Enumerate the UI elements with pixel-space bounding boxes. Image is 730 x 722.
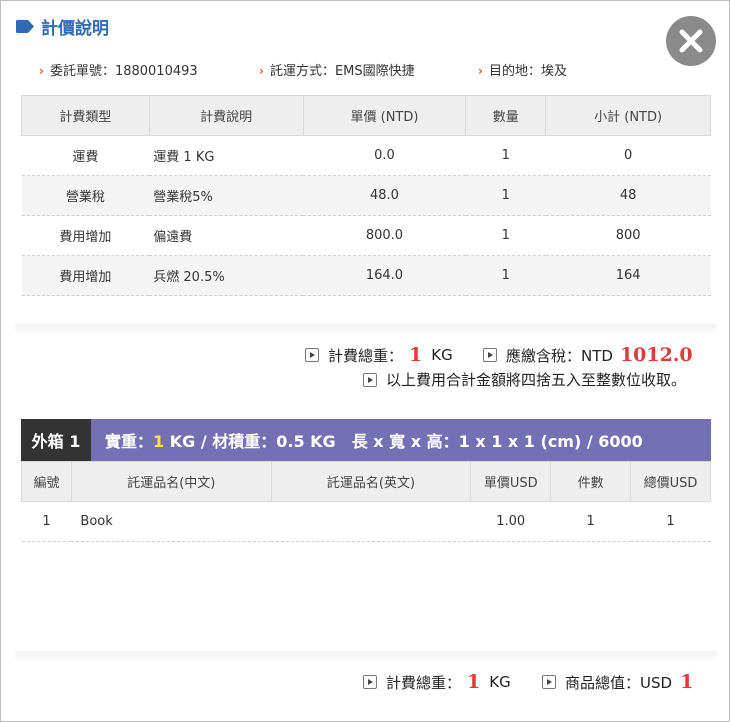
fee-description: 偏遠費: [149, 215, 304, 256]
column-header: 託運品名(英文): [270, 461, 472, 502]
box-billing-weight-value: 1: [467, 671, 481, 693]
dialog-title: 計價說明: [16, 14, 109, 39]
fee-description: 營業稅5%: [149, 175, 304, 216]
item-number: 1: [21, 501, 72, 542]
chevron-right-icon: ›: [259, 64, 264, 78]
total-price-usd: 1: [630, 501, 711, 542]
column-header: 託運品名(中文): [70, 461, 272, 502]
arrow-right-box-icon: [305, 348, 319, 362]
chevron-right-icon: ›: [478, 64, 483, 78]
arrow-right-box-icon: [363, 675, 377, 689]
goods-total-value: 商品總值：USD 1: [542, 671, 693, 693]
table-row: 費用增加 兵燃 20.5% 164.0 1 164: [21, 255, 711, 296]
fee-description: 運費 1 KG: [149, 135, 304, 176]
section-divider: [15, 324, 717, 334]
close-button[interactable]: [666, 16, 716, 66]
box-label: 外箱 1: [21, 419, 91, 461]
column-header: 小計 (NTD): [545, 95, 711, 136]
unit-price: 164.0: [303, 255, 466, 296]
quantity: 1: [465, 175, 546, 216]
box-header: 外箱 1 實重：1 KG / 材積重：0.5 KG 長 x 寬 x 高：1 x …: [21, 419, 711, 461]
unit-price-usd: 1.00: [470, 501, 551, 542]
column-header: 單價USD: [470, 461, 552, 502]
subtotal: 0: [545, 135, 711, 176]
pricing-dialog: 計價說明 › 委託單號：1880010493 › 託運方式：EMS國際快捷 › 目的地…: [0, 0, 730, 722]
subtotal: 800: [545, 215, 711, 256]
shipping-method: › 託運方式：EMS國際快捷: [259, 64, 415, 79]
order-number: › 委託單號：1880010493: [39, 64, 198, 79]
subtotal: 48: [545, 175, 711, 216]
column-header: 計費說明: [148, 95, 304, 136]
fee-description: 兵燃 20.5%: [149, 255, 304, 296]
billing-weight: 計費總重： 1 KG: [305, 344, 453, 366]
column-header: 單價 (NTD): [302, 95, 467, 136]
table-row: 運費 運費 1 KG 0.0 1 0: [21, 135, 711, 176]
table-row: 1 Book 1.00 1 1: [21, 501, 711, 542]
fee-table-header: 計費類型 計費說明 單價 (NTD) 數量 小計 (NTD): [21, 95, 711, 136]
subtotal: 164: [545, 255, 711, 296]
actual-weight-value: 1: [153, 432, 165, 451]
quantity: 1: [465, 215, 546, 256]
destination: › 目的地：埃及: [478, 64, 567, 79]
item-table-header: 編號 託運品名(中文) 託運品名(英文) 單價USD 件數 總價USD: [21, 461, 711, 502]
goods-total-value-amount: 1: [680, 671, 694, 693]
section-divider: [15, 651, 717, 661]
billing-weight-value: 1: [409, 344, 423, 366]
quantity: 1: [465, 255, 546, 296]
fee-type: 營業稅: [21, 175, 150, 216]
column-header: 計費類型: [21, 95, 150, 136]
table-row: 營業稅 營業稅5% 48.0 1 48: [21, 175, 711, 216]
table-row: 費用增加 偏遠費 800.0 1 800: [21, 215, 711, 256]
item-name-zh: Book: [71, 501, 272, 542]
arrow-right-box-icon: [542, 675, 556, 689]
column-header: 件數: [550, 461, 632, 502]
item-table: 編號 託運品名(中文) 託運品名(英文) 單價USD 件數 總價USD 1 Bo…: [21, 461, 711, 542]
fee-type: 費用增加: [21, 215, 150, 256]
total-due-value: 1012.0: [619, 344, 693, 366]
fee-type: 費用增加: [21, 255, 150, 296]
column-header: 編號: [21, 461, 72, 502]
column-header: 數量: [465, 95, 547, 136]
unit-price: 800.0: [303, 215, 466, 256]
tag-icon: [16, 20, 34, 33]
column-header: 總價USD: [630, 461, 711, 502]
box-billing-weight: 計費總重： 1 KG: [363, 671, 511, 693]
box-dimensions: 實重：1 KG / 材積重：0.5 KG 長 x 寬 x 高：1 x 1 x 1…: [105, 432, 643, 451]
fee-table: 計費類型 計費說明 單價 (NTD) 數量 小計 (NTD) 運費 運費 1 K…: [21, 95, 711, 296]
rounding-note: 以上費用合計金額將四捨五入至整數位收取。: [363, 369, 686, 390]
unit-price: 48.0: [303, 175, 466, 216]
total-due: 應繳含稅：NTD 1012.0: [483, 344, 693, 366]
fee-type: 運費: [21, 135, 150, 176]
item-name-en: [271, 501, 471, 542]
chevron-right-icon: ›: [39, 64, 44, 78]
unit-price: 0.0: [303, 135, 466, 176]
arrow-right-box-icon: [483, 348, 497, 362]
arrow-right-box-icon: [363, 372, 377, 387]
close-icon: [679, 29, 703, 53]
quantity: 1: [465, 135, 546, 176]
piece-count: 1: [550, 501, 631, 542]
title-text: 計價說明: [41, 19, 109, 39]
